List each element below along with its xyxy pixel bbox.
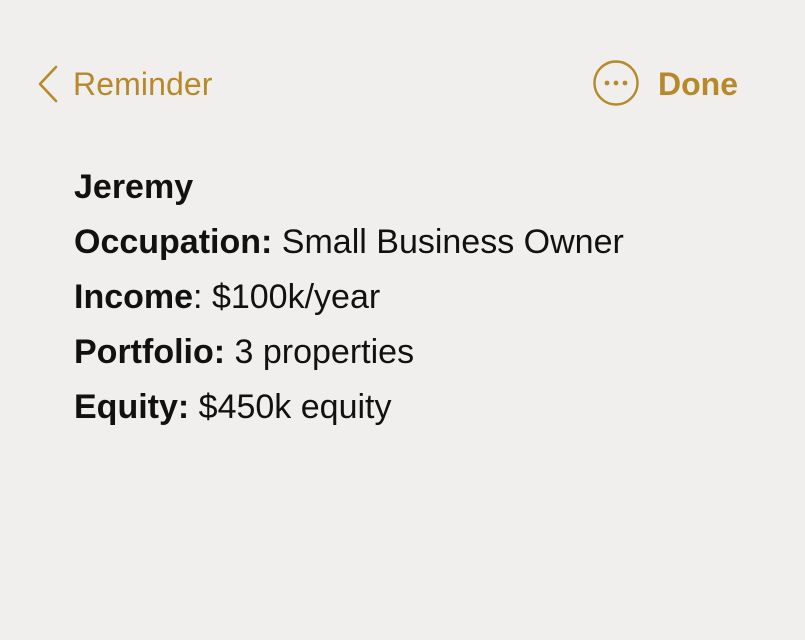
ellipsis-circle-icon xyxy=(592,59,640,107)
field-value: $450k equity xyxy=(198,388,392,426)
back-button[interactable]: Reminder xyxy=(36,62,213,106)
note-field-income: Income: $100k/year xyxy=(74,270,774,325)
field-value: $100k/year xyxy=(211,278,381,316)
navigation-bar: Reminder Done xyxy=(0,0,805,168)
field-key: Portfolio: xyxy=(74,333,226,371)
done-button[interactable]: Done xyxy=(658,62,738,106)
note-field-portfolio: Portfolio: 3 properties xyxy=(74,325,774,380)
field-key: Occupation: xyxy=(74,223,273,261)
field-value: Small Business Owner xyxy=(281,223,624,261)
field-separator: : xyxy=(193,278,203,316)
field-key: Income xyxy=(74,278,194,316)
field-key: Equity: xyxy=(74,388,190,426)
field-value: 3 properties xyxy=(234,333,415,371)
note-body[interactable]: Jeremy Occupation: Small Business Owner … xyxy=(74,160,774,435)
note-field-equity: Equity: $450k equity xyxy=(74,380,774,435)
note-title: Jeremy xyxy=(74,168,194,206)
more-options-button[interactable] xyxy=(592,59,640,107)
back-label: Reminder xyxy=(73,66,213,102)
note-field-occupation: Occupation: Small Business Owner xyxy=(74,215,774,270)
chevron-left-icon xyxy=(36,63,62,105)
